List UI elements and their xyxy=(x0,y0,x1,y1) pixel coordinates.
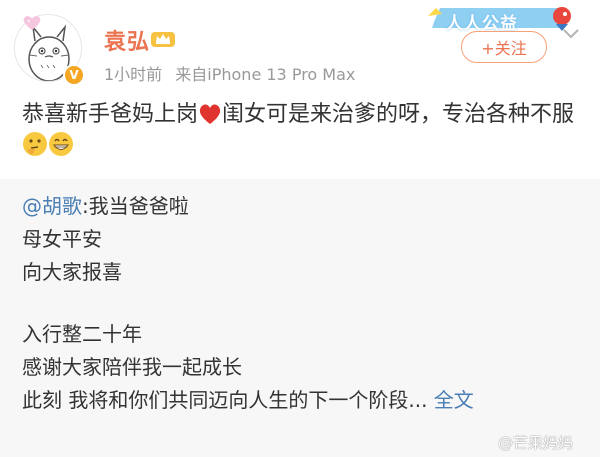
repost-line-6-text: 此刻 我将和你们共同迈向人生的下一个阶段... xyxy=(22,388,428,412)
repost-line-1: @胡歌:我当爸爸啦 xyxy=(22,191,189,221)
watermark: @芒果妈妈 xyxy=(498,434,574,452)
post-content: 恭喜新手爸妈上岗 闺女可是来治爹的呀，专治各种不服 xyxy=(22,99,582,163)
repost-line-4: 入行整二十年 xyxy=(22,322,142,346)
full-text-link[interactable]: 全文 xyxy=(434,388,474,412)
username[interactable]: 袁弘 xyxy=(104,24,150,56)
repost-line-5: 感谢大家陪伴我一起成长 xyxy=(22,355,242,379)
repost-line-2: 母女平安 xyxy=(22,227,102,251)
post-meta: 1小时前 来自iPhone 13 Pro Max xyxy=(104,61,355,85)
post-source: 来自iPhone 13 Pro Max xyxy=(175,65,356,84)
grin-emoji-icon xyxy=(49,132,73,156)
heart-bubble-icon xyxy=(23,16,41,30)
post-content-text-2: 闺女可是来治爹的呀，专治各种不服 xyxy=(222,102,575,127)
repost-line-1-text: :我当爸爸啦 xyxy=(82,194,189,218)
chevron-down-icon[interactable] xyxy=(562,28,580,40)
mention-link[interactable]: @胡歌 xyxy=(22,194,82,218)
repost-line-6: 此刻 我将和你们共同迈向人生的下一个阶段... 全文 xyxy=(22,385,474,415)
heart-icon xyxy=(199,104,221,124)
post-time: 1小时前 xyxy=(104,65,163,84)
post-header: V 袁弘 1小时前 来自iPhone 13 Pro Max 人人公益 +关注 xyxy=(0,0,600,92)
thinking-emoji-icon xyxy=(23,132,47,156)
verified-badge: V xyxy=(63,64,85,86)
post-content-text: 恭喜新手爸妈上岗 xyxy=(22,102,199,127)
repost-line-3: 向大家报喜 xyxy=(22,260,122,284)
follow-button[interactable]: +关注 xyxy=(461,31,547,63)
crown-icon xyxy=(151,32,175,47)
avatar[interactable]: V xyxy=(14,14,85,86)
